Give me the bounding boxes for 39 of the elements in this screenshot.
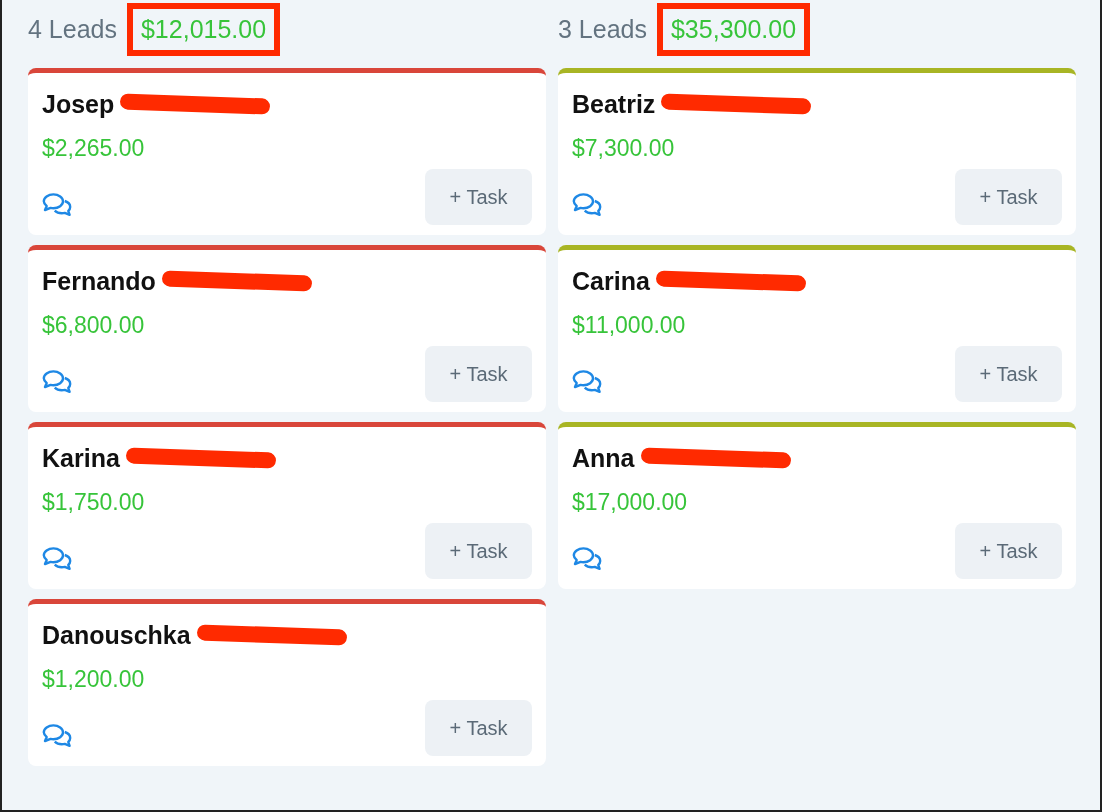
lead-card[interactable]: Carina $11,000.00 + Task [558, 245, 1076, 412]
add-task-button[interactable]: + Task [425, 700, 532, 756]
lead-card[interactable]: Anna $17,000.00 + Task [558, 422, 1076, 589]
lead-amount: $11,000.00 [572, 312, 687, 339]
lead-amount: $1,200.00 [42, 666, 146, 693]
lead-card[interactable]: Beatriz $7,300.00 + Task [558, 68, 1076, 235]
column-total: $35,300.00 [656, 2, 811, 56]
lead-name: Carina [572, 266, 650, 296]
chat-icon[interactable] [572, 369, 602, 393]
lead-card[interactable]: Fernando $6,800.00 + Task [28, 245, 546, 412]
lead-amount: $7,300.00 [572, 135, 676, 162]
lead-name: Fernando [42, 266, 156, 296]
chat-icon[interactable] [42, 192, 72, 216]
chat-icon[interactable] [572, 192, 602, 216]
lead-name: Anna [572, 443, 635, 473]
add-task-button[interactable]: + Task [425, 169, 532, 225]
lead-name: Josep [42, 89, 115, 119]
add-task-button[interactable]: + Task [955, 523, 1062, 579]
lead-amount: $1,750.00 [42, 489, 146, 516]
lead-card[interactable]: Danouschka $1,200.00 + Task [28, 599, 546, 766]
add-task-button[interactable]: + Task [955, 169, 1062, 225]
column-total: $12,015.00 [126, 2, 281, 56]
lead-amount: $17,000.00 [572, 489, 689, 516]
lead-amount: $6,800.00 [42, 312, 146, 339]
add-task-button[interactable]: + Task [955, 346, 1062, 402]
lead-card[interactable]: Josep $2,265.00 + Task [28, 68, 546, 235]
lead-name: Beatriz [572, 89, 656, 119]
chat-icon[interactable] [42, 723, 72, 747]
add-task-button[interactable]: + Task [425, 346, 532, 402]
lead-card[interactable]: Karina $1,750.00 + Task [28, 422, 546, 589]
chat-icon[interactable] [42, 546, 72, 570]
lead-amount: $2,265.00 [42, 135, 146, 162]
chat-icon[interactable] [42, 369, 72, 393]
lead-count: 4 Leads [28, 14, 117, 44]
add-task-button[interactable]: + Task [425, 523, 532, 579]
lead-count: 3 Leads [558, 14, 647, 44]
lead-name: Danouschka [42, 620, 191, 650]
chat-icon[interactable] [572, 546, 602, 570]
lead-name: Karina [42, 443, 120, 473]
